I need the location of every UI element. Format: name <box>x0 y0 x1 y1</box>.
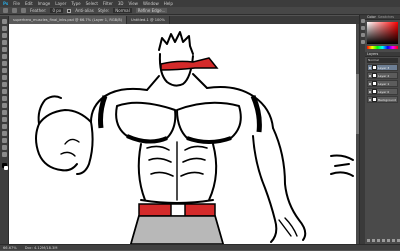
shape-tool-icon[interactable] <box>1 138 7 143</box>
layer-actions <box>367 239 400 242</box>
add-selection-icon[interactable] <box>21 8 26 13</box>
crop-tool-icon[interactable] <box>1 47 7 52</box>
layer-name: Background <box>378 97 396 102</box>
status-bar: 66.67% Doc: 4.12M/18.3M <box>0 244 400 250</box>
new-layer-icon[interactable] <box>392 239 395 242</box>
hue-slider[interactable] <box>367 46 398 49</box>
layer-name: Layer 3 <box>378 65 390 70</box>
layers-panel-header: Layers <box>365 52 400 57</box>
layer-name: Layer 2 <box>378 73 390 78</box>
style-label: Style: <box>97 7 110 13</box>
brush-tool-icon[interactable] <box>1 68 7 73</box>
fx-icon[interactable] <box>372 239 375 242</box>
lasso-tool-icon[interactable] <box>1 33 7 38</box>
document-canvas[interactable] <box>9 24 356 244</box>
link-layers-icon[interactable] <box>367 239 370 242</box>
layer-name: Layer 0 <box>378 89 390 94</box>
properties-panel-icon[interactable] <box>360 26 365 30</box>
layer-thumbnail <box>372 97 377 102</box>
color-panel-header: Color Swatches <box>365 15 400 20</box>
layer-row[interactable]: Layer 3 <box>367 64 398 71</box>
tab-document-active[interactable]: superhero_muscles_final_inks.psd @ 66.7%… <box>9 16 128 24</box>
brush-panel-icon[interactable] <box>360 33 365 37</box>
blur-tool-icon[interactable] <box>1 103 7 108</box>
folder-icon[interactable] <box>387 239 390 242</box>
artwork-illustration <box>35 31 354 244</box>
canvas-area <box>9 24 359 244</box>
menu-window[interactable]: Window <box>143 0 159 7</box>
path-selection-icon[interactable] <box>1 131 7 136</box>
type-tool-icon[interactable] <box>1 124 7 129</box>
tab-swatches[interactable]: Swatches <box>378 15 394 20</box>
refine-edge-button[interactable]: Refine Edge... <box>135 8 168 13</box>
adjustment-layer-icon[interactable] <box>382 239 385 242</box>
hand-tool-icon[interactable] <box>1 145 7 150</box>
tab-color[interactable]: Color <box>367 15 376 20</box>
pen-tool-icon[interactable] <box>1 117 7 122</box>
layer-thumbnail <box>372 65 377 70</box>
visibility-eye-icon[interactable] <box>369 66 371 69</box>
layer-name: Layer 1 <box>378 81 390 86</box>
right-panel-dock: Color Swatches Layers Normal Layer 3 Lay… <box>365 15 400 244</box>
layer-thumbnail <box>372 73 377 78</box>
eyedropper-icon[interactable] <box>1 54 7 59</box>
zoom-tool-icon[interactable] <box>1 152 7 157</box>
document-tabs: superhero_muscles_final_inks.psd @ 66.7%… <box>9 16 359 24</box>
marquee-tool-icon[interactable] <box>3 8 8 13</box>
visibility-eye-icon[interactable] <box>369 74 371 77</box>
layer-row[interactable]: Layer 1 <box>367 80 398 87</box>
menu-3d[interactable]: 3D <box>118 0 124 7</box>
tab-layers[interactable]: Layers <box>367 52 378 57</box>
options-bar: Feather: 0 px Anti-alias Style: Normal R… <box>0 7 400 15</box>
healing-brush-icon[interactable] <box>1 61 7 66</box>
marquee-tool-icon[interactable] <box>1 26 7 31</box>
color-picker-field[interactable] <box>367 22 398 44</box>
menu-help[interactable]: Help <box>164 0 173 7</box>
blend-mode-select[interactable]: Normal <box>367 58 398 63</box>
style-select[interactable]: Normal <box>113 8 132 13</box>
menu-view[interactable]: View <box>128 0 138 7</box>
history-panel-icon[interactable] <box>360 19 365 23</box>
visibility-eye-icon[interactable] <box>369 82 371 85</box>
move-tool-icon[interactable] <box>1 19 7 24</box>
background-color-swatch[interactable] <box>3 166 8 170</box>
visibility-eye-icon[interactable] <box>369 98 371 101</box>
feather-label: Feather: <box>30 7 47 13</box>
magic-wand-icon[interactable] <box>1 40 7 45</box>
new-selection-icon[interactable] <box>12 8 17 13</box>
layer-row[interactable]: Layer 0 <box>367 88 398 95</box>
feather-input[interactable]: 0 px <box>50 8 64 13</box>
layer-row[interactable]: Layer 2 <box>367 72 398 79</box>
menu-bar: Ps File Edit Image Layer Type Select Fil… <box>0 0 400 7</box>
character-panel-icon[interactable] <box>360 40 365 44</box>
layer-thumbnail <box>372 89 377 94</box>
mask-icon[interactable] <box>377 239 380 242</box>
history-brush-icon[interactable] <box>1 82 7 87</box>
eraser-tool-icon[interactable] <box>1 89 7 94</box>
tab-document-2[interactable]: Untitled-1 @ 100% <box>127 16 170 24</box>
dodge-tool-icon[interactable] <box>1 110 7 115</box>
gradient-tool-icon[interactable] <box>1 96 7 101</box>
layer-row[interactable]: Background <box>367 96 398 103</box>
visibility-eye-icon[interactable] <box>369 90 371 93</box>
anti-alias-checkbox[interactable] <box>67 8 72 13</box>
toolbox <box>0 16 9 244</box>
clone-stamp-icon[interactable] <box>1 75 7 80</box>
anti-alias-label: Anti-alias <box>75 7 94 13</box>
menu-layer[interactable]: Layer <box>55 0 66 7</box>
menu-file[interactable]: File <box>13 0 20 7</box>
layer-thumbnail <box>372 81 377 86</box>
app-logo: Ps <box>3 1 9 6</box>
